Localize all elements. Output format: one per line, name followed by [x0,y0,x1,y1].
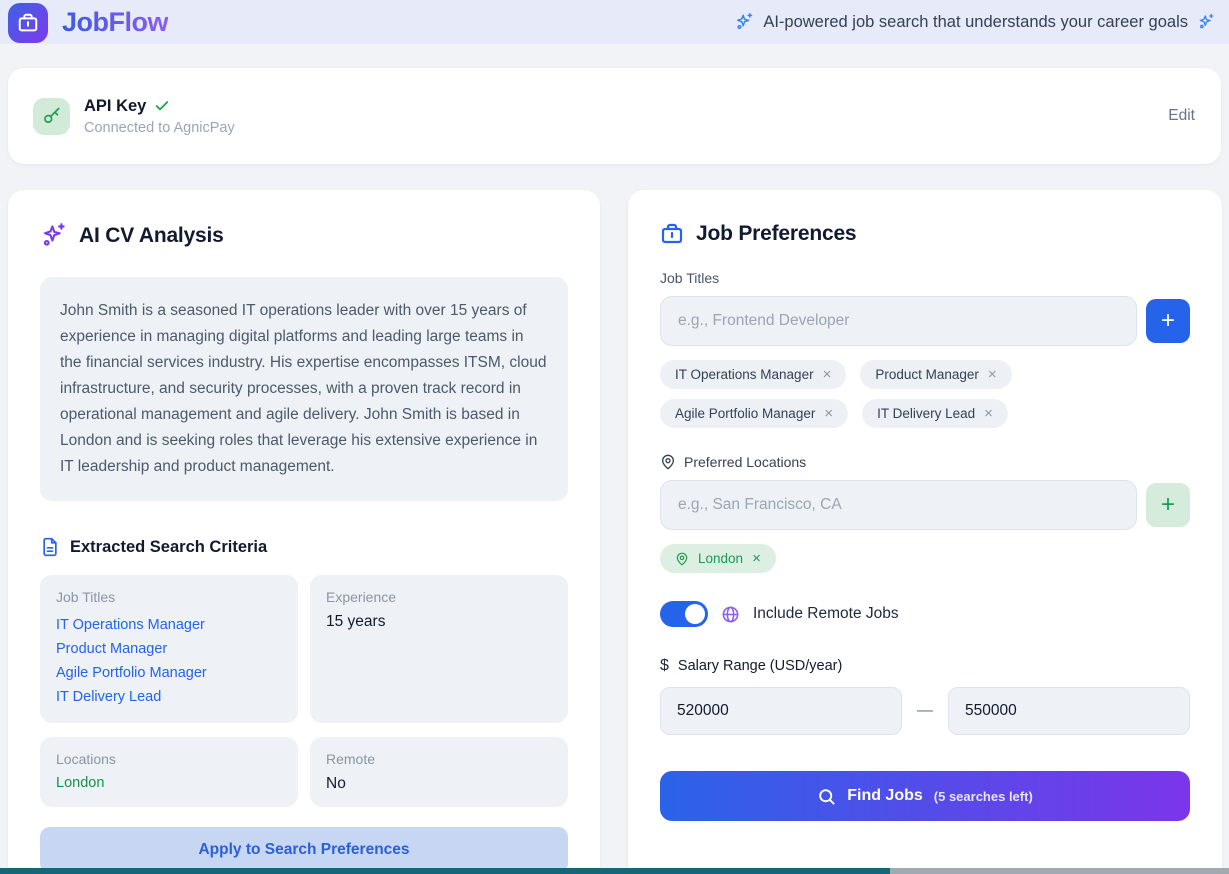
criteria-job-title-link[interactable]: Agile Portfolio Manager [56,661,282,685]
job-title-input[interactable] [660,296,1137,346]
job-title-tag: Product Manager × [860,360,1011,389]
api-key-status: Connected to AgnicPay [84,120,235,136]
remove-tag-button[interactable]: × [752,551,761,566]
criteria-remote-box: Remote No [310,737,568,807]
job-title-tag: Agile Portfolio Manager × [660,399,848,428]
api-key-card: API Key Connected to AgnicPay Edit [8,68,1221,164]
map-pin-icon [675,552,689,566]
location-input[interactable] [660,480,1137,530]
job-titles-field-label: Job Titles [660,270,1190,286]
criteria-title: Extracted Search Criteria [70,538,267,557]
job-preferences-card: Job Preferences Job Titles + IT Operatio… [628,190,1222,874]
location-tag: London × [660,544,776,573]
remove-tag-button[interactable]: × [984,406,993,421]
criteria-locations-label: Locations [56,751,282,767]
app-logo [8,3,48,43]
find-jobs-label: Find Jobs [847,787,923,805]
job-title-tag: IT Operations Manager × [660,360,846,389]
edit-api-key-button[interactable]: Edit [1168,107,1195,125]
salary-min-input[interactable] [660,687,902,735]
add-job-title-button[interactable]: + [1146,299,1190,343]
preferred-locations-label: Preferred Locations [684,454,806,470]
header: JobFlow AI-powered job search that under… [0,0,1229,44]
cv-summary: John Smith is a seasoned IT operations l… [40,277,568,501]
check-icon [154,98,170,114]
include-remote-toggle[interactable] [660,601,708,627]
sparkles-icon [40,222,67,249]
criteria-job-title-link[interactable]: IT Delivery Lead [56,685,282,709]
include-remote-label: Include Remote Jobs [753,605,899,623]
brand-title: JobFlow [62,7,168,38]
key-icon-badge [33,98,70,135]
tag-label: London [698,551,743,566]
criteria-locations-value: London [56,775,282,791]
map-pin-icon [660,454,676,470]
tag-label: Agile Portfolio Manager [675,406,815,421]
sparkles-icon [734,12,754,32]
app-window: JobFlow AI-powered job search that under… [0,0,1229,874]
criteria-job-title-link[interactable]: IT Operations Manager [56,613,282,637]
search-icon [817,787,836,806]
remove-tag-button[interactable]: × [988,367,997,382]
tag-label: IT Delivery Lead [877,406,975,421]
tagline-text: AI-powered job search that understands y… [763,13,1188,32]
criteria-job-titles-label: Job Titles [56,589,282,605]
location-tags: London × [660,544,1190,573]
sparkles-icon [1197,13,1215,31]
globe-icon [721,605,740,624]
apply-to-search-preferences-button[interactable]: Apply to Search Preferences [40,827,568,873]
criteria-remote-label: Remote [326,751,552,767]
criteria-job-title-link[interactable]: Product Manager [56,637,282,661]
criteria-locations-box: Locations London [40,737,298,807]
criteria-experience-value: 15 years [326,613,552,631]
find-jobs-button[interactable]: Find Jobs (5 searches left) [660,771,1190,821]
salary-max-input[interactable] [948,687,1190,735]
plus-icon: + [1161,309,1175,333]
salary-range-label: Salary Range (USD/year) [678,658,842,674]
tag-label: Product Manager [875,367,979,382]
job-title-tags: IT Operations Manager × Product Manager … [660,360,1190,428]
criteria-job-titles-box: Job Titles IT Operations Manager Product… [40,575,298,723]
criteria-experience-box: Experience 15 years [310,575,568,723]
criteria-experience-label: Experience [326,589,552,605]
scrollbar-thumb[interactable] [0,868,890,874]
cv-analysis-title: AI CV Analysis [79,224,224,248]
header-tagline: AI-powered job search that understands y… [734,12,1215,32]
cv-analysis-card: AI CV Analysis John Smith is a seasoned … [8,190,600,874]
scrollbar-track [890,868,1229,874]
briefcase-icon [17,12,39,34]
dollar-icon: $ [660,657,669,675]
api-key-title: API Key [84,97,146,116]
plus-icon: + [1161,493,1175,517]
salary-range-separator: — [902,702,948,720]
key-icon [42,106,62,126]
add-location-button[interactable]: + [1146,483,1190,527]
criteria-remote-value: No [326,775,552,793]
remove-tag-button[interactable]: × [824,406,833,421]
job-title-tag: IT Delivery Lead × [862,399,1008,428]
searches-left-badge: (5 searches left) [934,789,1033,804]
briefcase-icon [660,222,684,246]
horizontal-scrollbar[interactable] [0,868,1229,874]
remove-tag-button[interactable]: × [823,367,832,382]
toggle-knob [685,604,705,624]
file-text-icon [40,537,60,557]
tag-label: IT Operations Manager [675,367,814,382]
job-preferences-title: Job Preferences [696,222,856,246]
